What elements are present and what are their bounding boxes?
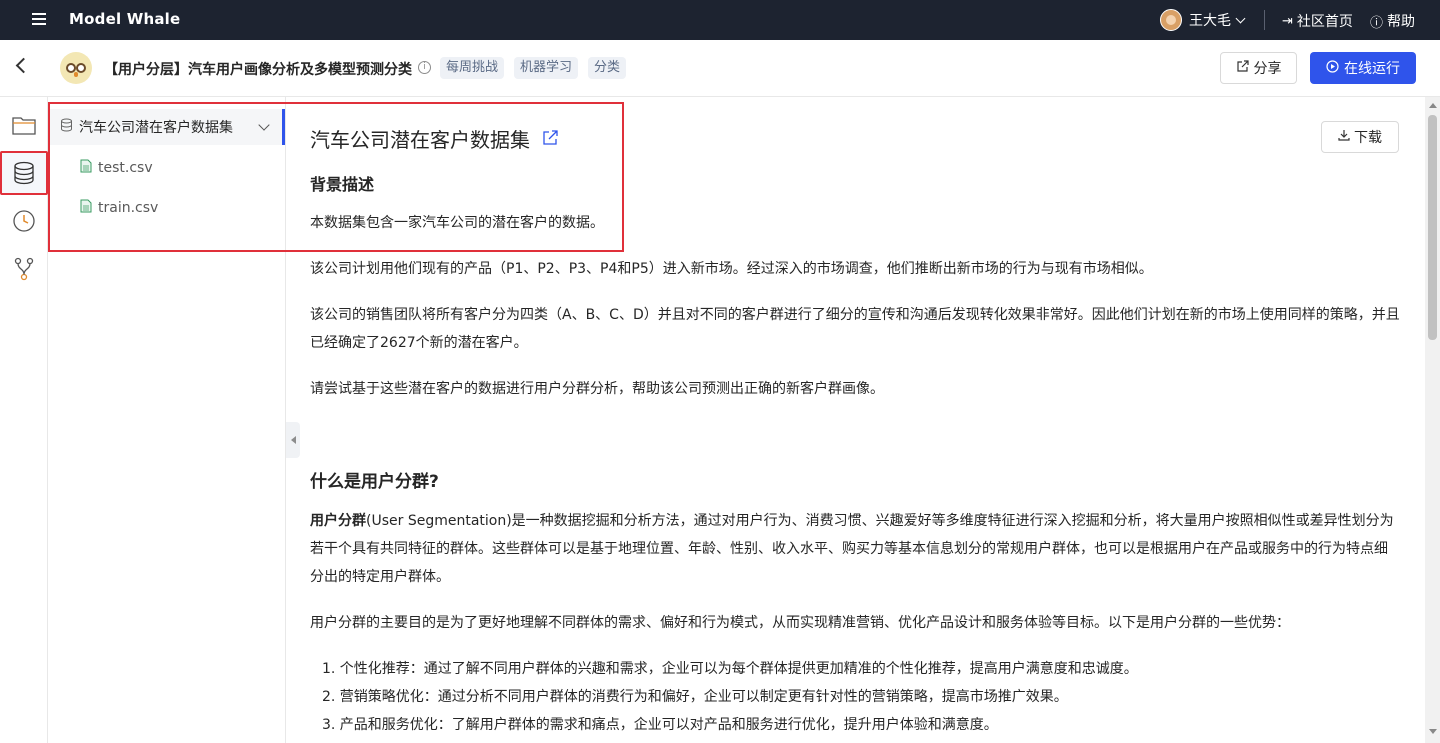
back-arrow-icon[interactable] xyxy=(15,57,32,74)
database-icon xyxy=(14,161,34,185)
rail-history[interactable] xyxy=(0,199,48,243)
help-icon: ⓘ xyxy=(1370,15,1384,31)
file-item-test[interactable]: test.csv xyxy=(80,156,153,180)
download-button[interactable]: 下载 xyxy=(1321,121,1399,153)
community-home-link[interactable]: ⇥ 社区首页 xyxy=(1282,11,1353,31)
scrollbar-thumb[interactable] xyxy=(1428,115,1437,340)
info-icon[interactable]: i xyxy=(418,61,431,74)
community-home-label: 社区首页 xyxy=(1296,14,1353,30)
run-online-button[interactable]: 在线运行 xyxy=(1310,52,1416,84)
download-icon xyxy=(1338,129,1350,145)
scroll-up-icon[interactable] xyxy=(1429,103,1437,108)
csv-file-icon xyxy=(80,199,92,217)
dataset-file-panel: 汽车公司潜在客户数据集 test.csv train.csv xyxy=(48,97,286,743)
paragraph: 该公司的销售团队将所有客户分为四类（A、B、C、D）并且对不同的客户群进行了细分… xyxy=(310,307,1400,351)
file-name: train.csv xyxy=(98,200,159,216)
left-icon-rail xyxy=(0,97,48,743)
share-label: 分享 xyxy=(1253,61,1282,77)
run-online-label: 在线运行 xyxy=(1344,61,1400,77)
paragraph: 该公司计划用他们现有的产品（P1、P2、P3、P4和P5）进入新市场。经过深入的… xyxy=(310,261,1153,277)
scrollbar[interactable] xyxy=(1425,97,1440,743)
help-link[interactable]: ⓘ 帮助 xyxy=(1370,11,1415,31)
caret-left-icon xyxy=(290,436,296,444)
play-circle-icon xyxy=(1326,59,1339,77)
chevron-down-icon[interactable] xyxy=(258,119,270,131)
list-item: 2. 营销策略优化：通过分析不同用户群体的消费行为和偏好，企业可以制定更有针对性… xyxy=(322,689,1068,705)
purpose-paragraph: 用户分群的主要目的是为了更好地理解不同群体的需求、偏好和行为模式，从而实现精准营… xyxy=(310,615,1290,631)
paragraph: 本数据集包含一家汽车公司的潜在客户的数据。 xyxy=(310,215,604,231)
rail-branches[interactable] xyxy=(0,247,48,291)
share-button[interactable]: 分享 xyxy=(1220,52,1297,84)
dataset-name: 汽车公司潜在客户数据集 xyxy=(79,120,233,136)
top-navbar: Model Whale 王大毛 ⇥ 社区首页 ⓘ 帮助 xyxy=(0,0,1440,40)
avatar xyxy=(1160,9,1182,31)
rail-files[interactable] xyxy=(0,103,48,147)
user-name: 王大毛 xyxy=(1189,13,1231,29)
segmentation-term: 用户分群 xyxy=(310,513,366,529)
menu-icon[interactable] xyxy=(32,13,46,25)
list-item: 3. 产品和服务优化：了解用户群体的需求和痛点，企业可以对产品和服务进行优化，提… xyxy=(322,717,998,733)
help-label: 帮助 xyxy=(1387,14,1416,30)
dataset-title-text: 汽车公司潜在客户数据集 xyxy=(310,128,530,152)
git-branch-icon xyxy=(14,257,34,281)
user-menu[interactable]: 王大毛 xyxy=(1160,9,1246,31)
chevron-down-icon xyxy=(1235,13,1246,23)
brand-logo[interactable]: Model Whale xyxy=(69,10,180,28)
login-icon: ⇥ xyxy=(1282,13,1293,29)
dataset-tree-item[interactable]: 汽车公司潜在客户数据集 xyxy=(48,109,282,145)
project-title: 【用户分层】汽车用户画像分析及多模型预测分类 xyxy=(104,62,412,78)
folder-icon xyxy=(12,117,36,135)
clock-icon xyxy=(13,210,35,232)
file-name: test.csv xyxy=(98,160,153,176)
collapse-panel-handle[interactable] xyxy=(286,422,300,458)
project-avatar xyxy=(60,52,92,84)
list-item: 1. 个性化推荐：通过了解不同用户群体的兴趣和需求，企业可以为每个群体提供更加精… xyxy=(322,661,1138,677)
tag-machine-learning[interactable]: 机器学习 xyxy=(514,57,579,79)
external-link-icon[interactable] xyxy=(542,127,558,151)
active-indicator xyxy=(282,109,285,145)
segmentation-text: (User Segmentation)是一种数据挖掘和分析方法，通过对用户行为、… xyxy=(310,513,1394,585)
segmentation-paragraph: 用户分群(User Segmentation)是一种数据挖掘和分析方法，通过对用… xyxy=(310,507,1400,591)
segmentation-heading: 什么是用户分群? xyxy=(310,472,439,492)
dataset-description: 汽车公司潜在客户数据集 下载 背景描述 本数据集包含一家汽车公司的潜在客户的数据… xyxy=(310,97,1410,743)
rail-datasets[interactable] xyxy=(0,151,48,195)
database-icon xyxy=(60,118,73,136)
divider xyxy=(1264,10,1265,30)
share-icon xyxy=(1236,59,1249,77)
tag-classification[interactable]: 分类 xyxy=(588,57,627,79)
csv-file-icon xyxy=(80,159,92,177)
project-header: 【用户分层】汽车用户画像分析及多模型预测分类 i 每周挑战 机器学习 分类 分享… xyxy=(0,40,1440,97)
download-label: 下载 xyxy=(1354,130,1382,146)
scroll-down-icon[interactable] xyxy=(1429,729,1437,734)
tag-weekly-challenge[interactable]: 每周挑战 xyxy=(440,57,505,79)
paragraph: 请尝试基于这些潜在客户的数据进行用户分群分析，帮助该公司预测出正确的新客户群画像… xyxy=(310,381,884,397)
dataset-title: 汽车公司潜在客户数据集 xyxy=(310,124,558,153)
file-item-train[interactable]: train.csv xyxy=(80,196,158,220)
background-heading: 背景描述 xyxy=(310,175,375,194)
